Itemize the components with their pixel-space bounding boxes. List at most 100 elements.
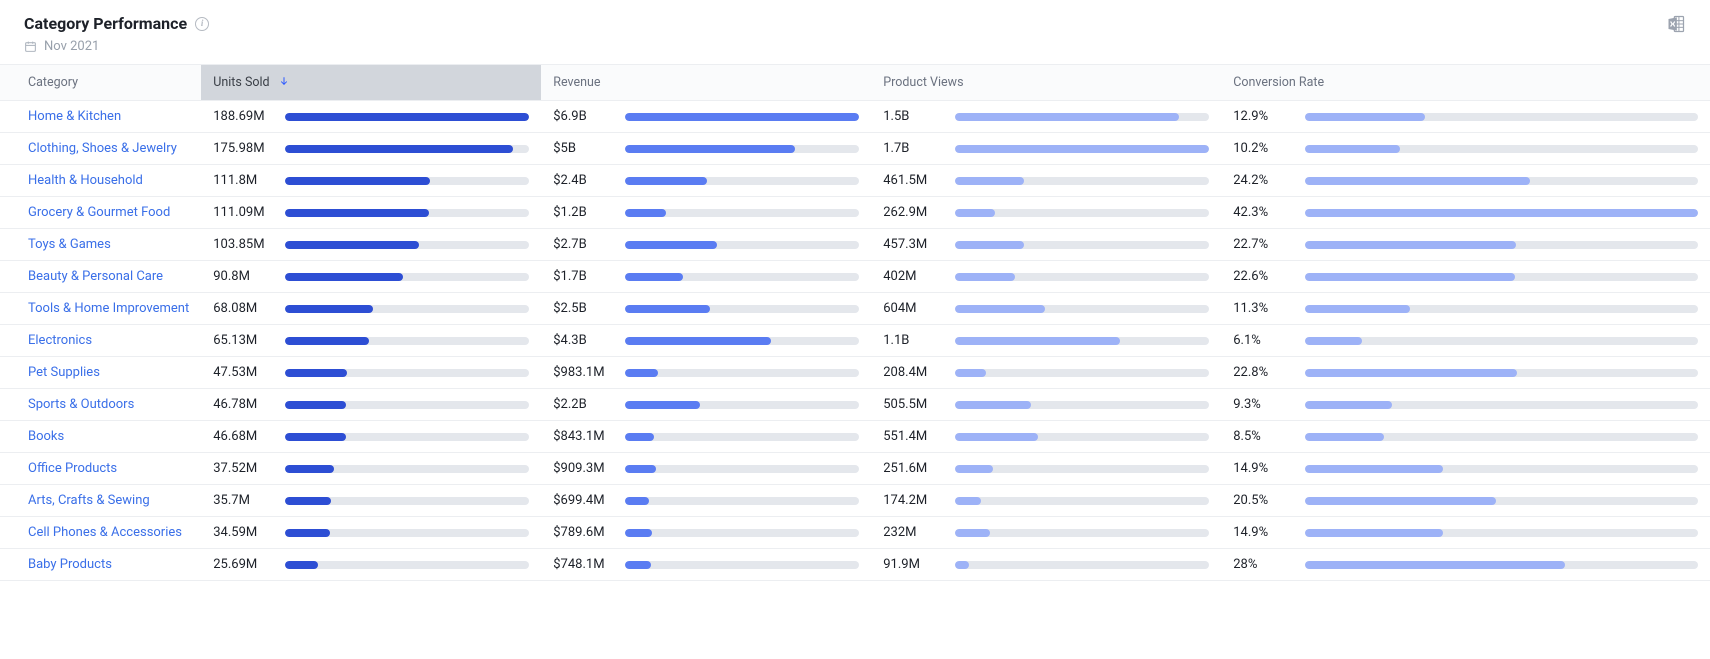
bar-fill	[625, 369, 658, 377]
metric-value: 91.9M	[883, 557, 941, 572]
bar-fill	[955, 529, 990, 537]
table-row: Office Products37.52M$909.3M251.6M14.9%	[0, 453, 1710, 485]
category-link[interactable]: Books	[28, 429, 64, 444]
col-header-units-sold[interactable]: Units Sold	[201, 65, 541, 101]
bar-track	[1305, 337, 1698, 345]
metric-value: $909.3M	[553, 461, 611, 476]
metric-value: 25.69M	[213, 557, 271, 572]
bar-track	[1305, 401, 1698, 409]
metric-value: $2.5B	[553, 301, 611, 316]
col-header-product-views[interactable]: Product Views	[871, 65, 1221, 101]
date-range[interactable]: Nov 2021	[24, 39, 209, 54]
category-link[interactable]: Health & Household	[28, 173, 143, 188]
category-link[interactable]: Baby Products	[28, 557, 112, 572]
metric-value: 46.78M	[213, 397, 271, 412]
category-table: Category Units Sold Revenue Product View…	[0, 64, 1710, 581]
category-link[interactable]: Grocery & Gourmet Food	[28, 205, 170, 220]
bar-fill	[285, 337, 369, 345]
bar-fill	[625, 561, 650, 569]
bar-track	[1305, 497, 1698, 505]
metric-cell: 68.08M	[213, 301, 529, 316]
metric-cell: $5B	[553, 141, 859, 156]
export-excel-button[interactable]	[1666, 14, 1686, 34]
bar-fill	[285, 465, 334, 473]
metric-cell: 103.85M	[213, 237, 529, 252]
bar-track	[285, 145, 529, 153]
metric-cell: 262.9M	[883, 205, 1209, 220]
metric-cell: $2.4B	[553, 173, 859, 188]
metric-value: 22.7%	[1233, 237, 1291, 252]
bar-track	[285, 369, 529, 377]
bar-track	[285, 401, 529, 409]
category-link[interactable]: Office Products	[28, 461, 117, 476]
category-link[interactable]: Cell Phones & Accessories	[28, 525, 182, 540]
metric-value: 12.9%	[1233, 109, 1291, 124]
metric-value: 35.7M	[213, 493, 271, 508]
category-link[interactable]: Toys & Games	[28, 237, 111, 252]
bar-fill	[285, 369, 346, 377]
metric-value: 65.13M	[213, 333, 271, 348]
metric-value: $699.4M	[553, 493, 611, 508]
bar-track	[285, 337, 529, 345]
bar-fill	[1305, 337, 1362, 345]
bar-track	[625, 177, 859, 185]
bar-track	[625, 369, 859, 377]
category-link[interactable]: Pet Supplies	[28, 365, 100, 380]
metric-value: 111.09M	[213, 205, 271, 220]
col-header-conversion-rate[interactable]: Conversion Rate	[1221, 65, 1710, 101]
bar-track	[1305, 273, 1698, 281]
table-row: Cell Phones & Accessories34.59M$789.6M23…	[0, 517, 1710, 549]
metric-cell: $909.3M	[553, 461, 859, 476]
panel-title-row: Category Performance i	[24, 14, 209, 33]
col-header-revenue[interactable]: Revenue	[541, 65, 871, 101]
bar-fill	[285, 401, 346, 409]
col-header-category[interactable]: Category	[0, 65, 201, 101]
metric-value: 175.98M	[213, 141, 271, 156]
metric-cell: 46.78M	[213, 397, 529, 412]
metric-cell: 25.69M	[213, 557, 529, 572]
metric-value: $5B	[553, 141, 611, 156]
metric-value: 1.7B	[883, 141, 941, 156]
table-row: Electronics65.13M$4.3B1.1B6.1%	[0, 325, 1710, 357]
metric-cell: 175.98M	[213, 141, 529, 156]
category-link[interactable]: Electronics	[28, 333, 92, 348]
category-performance-panel: Category Performance i Nov 2021	[0, 0, 1710, 581]
metric-cell: $983.1M	[553, 365, 859, 380]
metric-cell: 14.9%	[1233, 525, 1698, 540]
bar-fill	[1305, 273, 1515, 281]
metric-value: 103.85M	[213, 237, 271, 252]
metric-cell: $2.2B	[553, 397, 859, 412]
metric-value: 457.3M	[883, 237, 941, 252]
metric-cell: 12.9%	[1233, 109, 1698, 124]
category-link[interactable]: Sports & Outdoors	[28, 397, 134, 412]
bar-track	[285, 433, 529, 441]
bar-fill	[955, 337, 1119, 345]
metric-value: $1.7B	[553, 269, 611, 284]
metric-cell: 24.2%	[1233, 173, 1698, 188]
metric-cell: 457.3M	[883, 237, 1209, 252]
table-row: Arts, Crafts & Sewing35.7M$699.4M174.2M2…	[0, 485, 1710, 517]
bar-track	[625, 113, 859, 121]
category-link[interactable]: Home & Kitchen	[28, 109, 121, 124]
metric-value: 402M	[883, 269, 941, 284]
category-link[interactable]: Clothing, Shoes & Jewelry	[28, 141, 177, 156]
bar-fill	[285, 209, 429, 217]
bar-track	[1305, 177, 1698, 185]
bar-fill	[625, 465, 656, 473]
category-link[interactable]: Tools & Home Improvement	[28, 301, 189, 316]
metric-cell: $748.1M	[553, 557, 859, 572]
metric-value: $843.1M	[553, 429, 611, 444]
category-link[interactable]: Arts, Crafts & Sewing	[28, 493, 150, 508]
bar-fill	[1305, 241, 1516, 249]
metric-cell: 22.6%	[1233, 269, 1698, 284]
bar-fill	[1305, 401, 1391, 409]
metric-value: $789.6M	[553, 525, 611, 540]
category-link[interactable]: Beauty & Personal Care	[28, 269, 163, 284]
metric-cell: 6.1%	[1233, 333, 1698, 348]
info-icon[interactable]: i	[195, 17, 209, 31]
bar-track	[625, 273, 859, 281]
table-header-row: Category Units Sold Revenue Product View…	[0, 65, 1710, 101]
metric-value: 20.5%	[1233, 493, 1291, 508]
bar-fill	[285, 529, 330, 537]
metric-cell: 111.09M	[213, 205, 529, 220]
